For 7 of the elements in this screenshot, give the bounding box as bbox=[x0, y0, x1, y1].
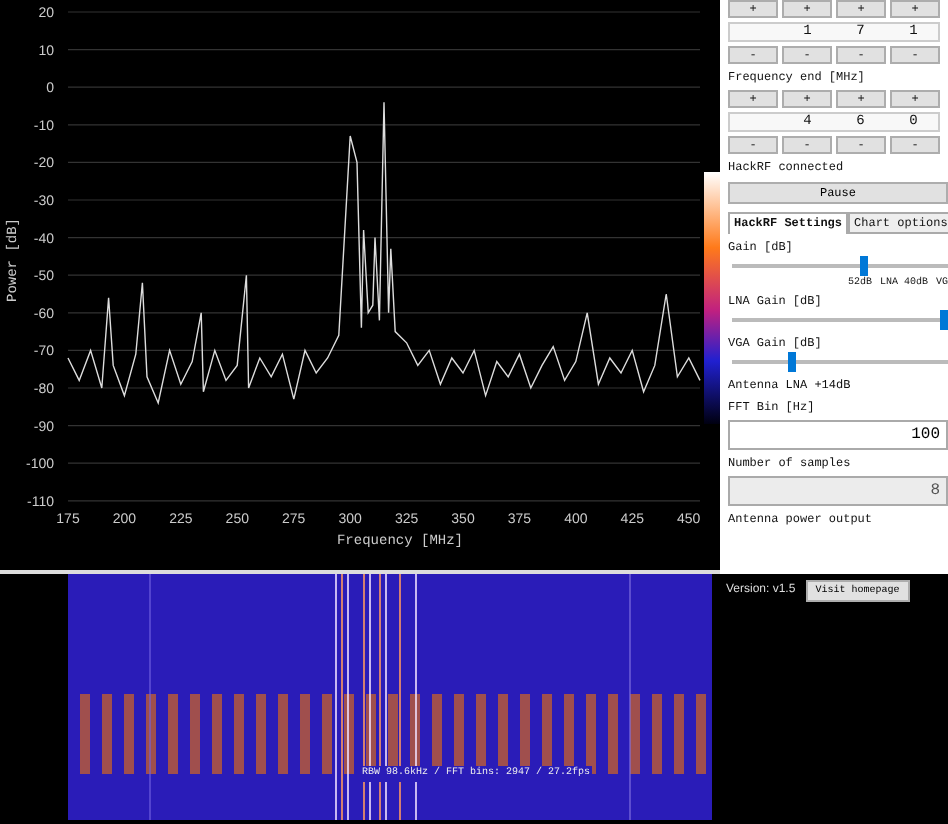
slider-thumb[interactable] bbox=[940, 310, 948, 330]
slider[interactable] bbox=[728, 256, 948, 276]
slider-thumb[interactable] bbox=[788, 352, 797, 372]
input-field[interactable]: 100 bbox=[728, 420, 948, 450]
slider[interactable] bbox=[728, 352, 948, 372]
slider-thumb[interactable] bbox=[860, 256, 869, 276]
slider[interactable] bbox=[728, 310, 948, 330]
